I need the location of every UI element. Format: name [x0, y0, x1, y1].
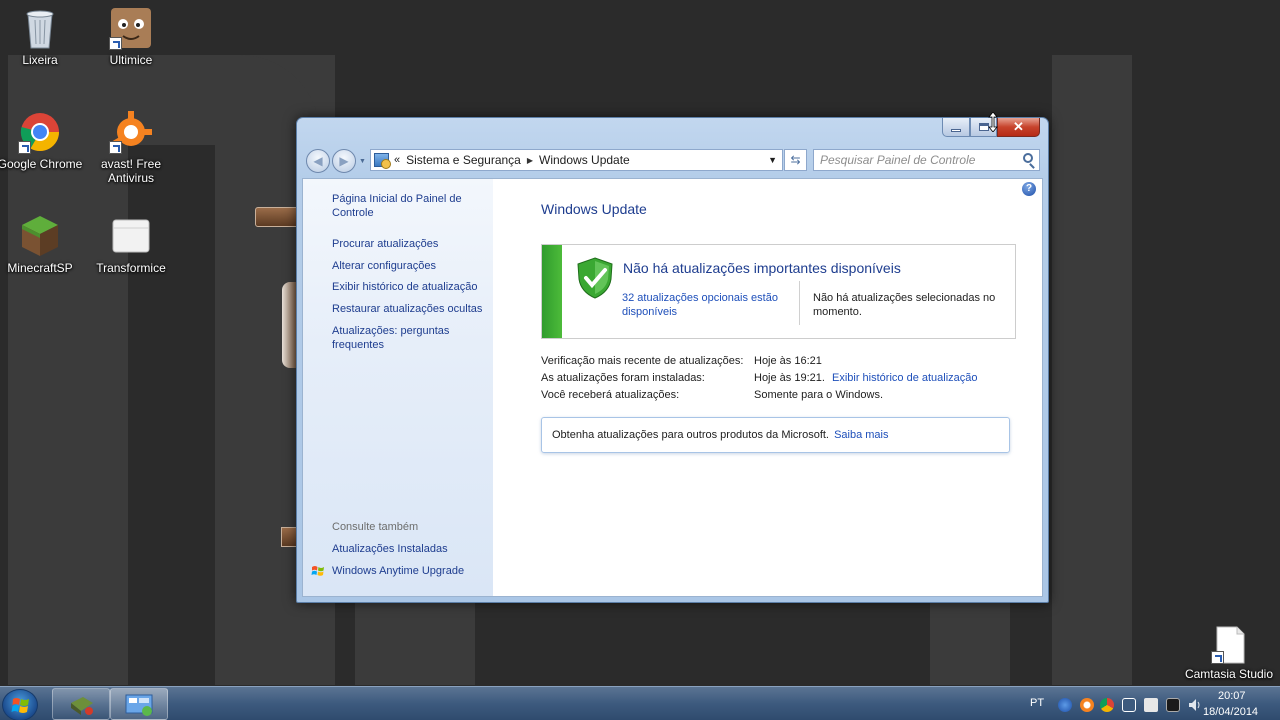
- breadcrumb-overflow-icon[interactable]: «: [394, 154, 400, 166]
- windows-update-window[interactable]: ✕ ◀ ▶ ▼ « Sistema e Segurança ▶ Windows …: [296, 117, 1049, 603]
- clock-time[interactable]: 20:07: [1218, 690, 1246, 702]
- close-icon: ✕: [1013, 119, 1024, 134]
- installed-label: As atualizações foram instaladas:: [541, 372, 705, 384]
- status-color-bar: [542, 245, 562, 338]
- desktop-icon-label: Transformice: [96, 261, 166, 275]
- learn-more-link[interactable]: Saiba mais: [834, 429, 888, 441]
- status-heading: Não há atualizações importantes disponív…: [623, 260, 901, 276]
- flag-tray-icon[interactable]: [1144, 698, 1158, 712]
- wallpaper-shape: [930, 600, 1010, 685]
- window-tray-icon[interactable]: [1122, 698, 1136, 712]
- breadcrumb-item-system-security[interactable]: Sistema e Segurança: [406, 153, 521, 167]
- chrome-icon: [18, 110, 62, 154]
- sidebar-link-installed-updates[interactable]: Atualizações Instaladas: [332, 542, 488, 556]
- desktop-icon-label: Ultimice: [109, 53, 153, 67]
- recent-pages-dropdown[interactable]: ▼: [358, 157, 367, 166]
- control-panel-icon: [374, 153, 391, 169]
- wallpaper-shape: [355, 600, 475, 685]
- desktop-icon-label: Google Chrome: [0, 157, 83, 171]
- chevron-down-icon: ▼: [359, 158, 366, 165]
- back-arrow-icon: ◀: [313, 154, 323, 168]
- receive-updates-label: Você receberá atualizações:: [541, 389, 680, 401]
- update-status-panel: Não há atualizações importantes disponív…: [541, 244, 1016, 339]
- help-icon[interactable]: ?: [1022, 182, 1036, 196]
- desktop-icon-label: Camtasia Studio: [1184, 667, 1274, 681]
- last-check-label: Verificação mais recente de atualizações…: [541, 355, 744, 367]
- info-tray-icon[interactable]: [1058, 698, 1072, 712]
- forward-button[interactable]: ▶: [332, 149, 356, 173]
- start-button[interactable]: [2, 689, 38, 720]
- avast-icon: [109, 110, 153, 154]
- installed-value: Hoje às 19:21.: [754, 372, 825, 384]
- address-dropdown-icon[interactable]: ▼: [768, 155, 777, 165]
- microsoft-update-text: Obtenha atualizações para outros produto…: [552, 429, 829, 441]
- chrome-tray-icon[interactable]: [1100, 698, 1114, 712]
- back-button[interactable]: ◀: [306, 149, 330, 173]
- avast-tray-icon[interactable]: [1080, 698, 1094, 712]
- sidebar-link-change-settings[interactable]: Alterar configurações: [332, 259, 488, 273]
- installed-value-row: Hoje às 19:21. Exibir histórico de atual…: [754, 372, 978, 384]
- minecraft-icon: [18, 214, 62, 258]
- minimize-button[interactable]: [942, 118, 970, 137]
- desktop-icon-ultimice[interactable]: Ultimice: [88, 6, 174, 67]
- resize-cursor-icon: [988, 112, 998, 132]
- desktop-icon-label: Lixeira: [22, 53, 58, 67]
- taskbar-item-app[interactable]: [52, 688, 110, 720]
- sidebar-link-anytime-upgrade[interactable]: Windows Anytime Upgrade: [332, 564, 488, 578]
- search-input[interactable]: [820, 153, 1010, 167]
- status-divider: [799, 281, 800, 325]
- desktop-icon-label: avast! Free Antivirus: [100, 157, 162, 185]
- language-indicator[interactable]: PT: [1030, 697, 1044, 709]
- optional-updates-link[interactable]: 32 atualizações opcionais estão disponív…: [622, 291, 792, 319]
- sidebar-link-check-updates[interactable]: Procurar atualizações: [332, 237, 488, 251]
- taskbar-item-control-panel[interactable]: [110, 688, 168, 720]
- forward-arrow-icon: ▶: [339, 154, 349, 168]
- desktop-icon-avast[interactable]: avast! Free Antivirus: [88, 110, 174, 185]
- desktop-icon-minecraftsp[interactable]: MinecraftSP: [0, 214, 83, 275]
- desktop-icon-label: MinecraftSP: [7, 261, 73, 275]
- page-title: Windows Update: [541, 201, 647, 217]
- sidebar-link-view-history[interactable]: Exibir histórico de atualização: [332, 280, 488, 294]
- client-area: Página Inicial do Painel de Controle Pro…: [302, 178, 1043, 597]
- search-icon[interactable]: [1023, 153, 1033, 163]
- refresh-icon: ⇆: [790, 153, 801, 167]
- camtasia-icon: [1211, 626, 1247, 664]
- security-shield-icon: [577, 257, 613, 299]
- receive-updates-value: Somente para o Windows.: [754, 389, 884, 401]
- search-box[interactable]: [813, 149, 1040, 171]
- desktop-icon-chrome[interactable]: Google Chrome: [0, 110, 83, 171]
- transformice-icon: [109, 214, 153, 258]
- wallpaper-decoration: [255, 207, 299, 227]
- sidebar-link-faq[interactable]: Atualizações: perguntas frequentes: [332, 324, 462, 352]
- breadcrumb-item-windows-update[interactable]: Windows Update: [539, 153, 630, 167]
- minimize-icon: [951, 128, 961, 132]
- view-history-link[interactable]: Exibir histórico de atualização: [832, 372, 978, 384]
- last-check-value: Hoje às 16:21: [754, 355, 822, 367]
- sidebar-link-control-panel-home[interactable]: Página Inicial do Painel de Controle: [332, 192, 488, 220]
- sidebar-link-restore-hidden[interactable]: Restaurar atualizações ocultas: [332, 302, 488, 316]
- clock-date[interactable]: 18/04/2014: [1203, 706, 1258, 718]
- desktop-icon-transformice[interactable]: Transformice: [88, 214, 174, 275]
- see-also-label: Consulte também: [332, 521, 419, 533]
- network-tray-icon[interactable]: [1166, 698, 1180, 712]
- microsoft-update-banner: Obtenha atualizações para outros produto…: [541, 417, 1010, 453]
- breadcrumb-separator-icon[interactable]: ▶: [527, 156, 533, 165]
- desktop-icon-recycle-bin[interactable]: Lixeira: [0, 6, 83, 67]
- ultimice-icon: [109, 6, 153, 50]
- recycle-bin-icon: [18, 6, 62, 50]
- control-panel-taskbar-icon: [125, 694, 153, 716]
- refresh-button[interactable]: ⇆: [784, 149, 807, 171]
- close-button[interactable]: ✕: [997, 118, 1040, 137]
- address-bar[interactable]: « Sistema e Segurança ▶ Windows Update ▼: [370, 149, 783, 171]
- wallpaper-shape: [1052, 55, 1132, 685]
- task-sidebar: Página Inicial do Painel de Controle Pro…: [303, 179, 493, 596]
- windows-start-icon: [11, 698, 29, 713]
- taskbar-app-icon: [71, 697, 93, 715]
- volume-icon[interactable]: [1188, 698, 1202, 712]
- desktop-icon-camtasia[interactable]: Camtasia Studio: [1184, 626, 1274, 681]
- selected-updates-text: Não há atualizações selecionadas no mome…: [813, 292, 996, 318]
- windows-logo-icon: [311, 566, 324, 576]
